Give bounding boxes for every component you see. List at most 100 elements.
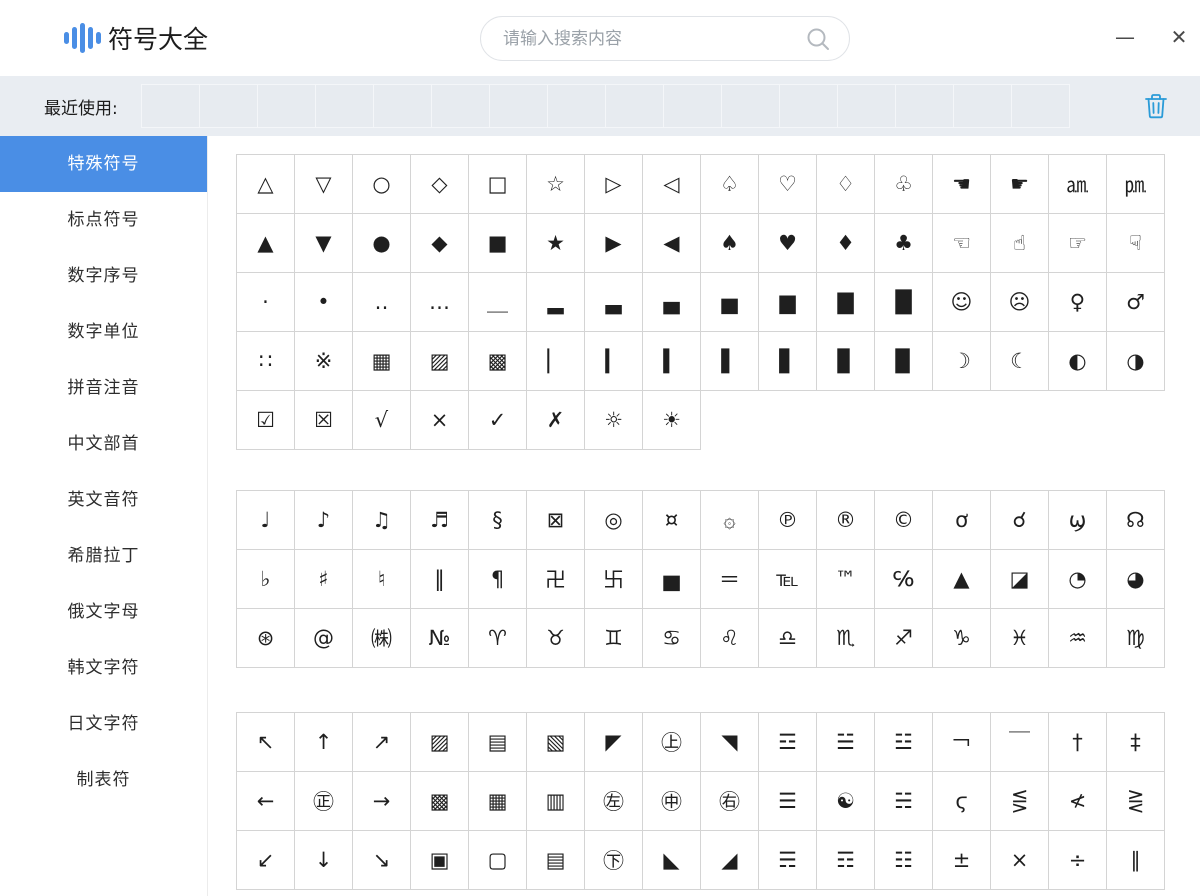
symbol-cell[interactable]: ♍ bbox=[1107, 609, 1165, 668]
symbol-cell[interactable]: ◎ bbox=[585, 491, 643, 550]
symbol-cell[interactable]: ♂ bbox=[1107, 273, 1165, 332]
symbol-cell[interactable]: ㊨ bbox=[701, 772, 759, 831]
symbol-cell[interactable]: ● bbox=[353, 214, 411, 273]
search-box[interactable] bbox=[480, 16, 850, 61]
symbol-cell[interactable]: ▃ bbox=[585, 273, 643, 332]
symbol-cell[interactable]: ㊣ bbox=[295, 772, 353, 831]
symbol-cell[interactable]: ◤ bbox=[585, 713, 643, 772]
symbol-cell[interactable]: ◆ bbox=[411, 214, 469, 273]
symbol-cell[interactable]: ® bbox=[817, 491, 875, 550]
symbol-cell[interactable]: ♧ bbox=[875, 155, 933, 214]
symbol-cell[interactable]: ♊ bbox=[585, 609, 643, 668]
symbol-cell[interactable]: ☺ bbox=[933, 273, 991, 332]
symbol-cell[interactable]: ▎ bbox=[585, 332, 643, 391]
symbol-cell[interactable]: 卍 bbox=[527, 550, 585, 609]
symbol-cell[interactable]: ↑ bbox=[295, 713, 353, 772]
symbol-cell[interactable]: ۞ bbox=[701, 491, 759, 550]
symbol-cell[interactable]: ☳ bbox=[875, 713, 933, 772]
symbol-cell[interactable]: ▣ bbox=[411, 831, 469, 890]
symbol-cell[interactable]: ☽ bbox=[933, 332, 991, 391]
symbol-cell[interactable]: ▍ bbox=[643, 332, 701, 391]
symbol-cell[interactable]: ☾ bbox=[991, 332, 1049, 391]
symbol-cell[interactable]: ♌ bbox=[701, 609, 759, 668]
symbol-cell[interactable]: ↓ bbox=[295, 831, 353, 890]
minimize-button[interactable]: — bbox=[1108, 20, 1142, 54]
symbol-cell[interactable]: ‖ bbox=[411, 550, 469, 609]
symbol-cell[interactable]: ㏘ bbox=[1107, 155, 1165, 214]
symbol-cell[interactable]: ☒ bbox=[295, 391, 353, 450]
symbol-cell[interactable]: ℗ bbox=[759, 491, 817, 550]
symbol-cell[interactable]: ▆ bbox=[759, 273, 817, 332]
symbol-cell[interactable]: ☹ bbox=[991, 273, 1049, 332]
symbol-cell[interactable]: ≮ bbox=[1049, 772, 1107, 831]
symbol-cell[interactable]: □ bbox=[469, 155, 527, 214]
symbol-cell[interactable]: × bbox=[991, 831, 1049, 890]
symbol-cell[interactable]: ☜ bbox=[933, 214, 991, 273]
symbol-cell[interactable]: ⊛ bbox=[237, 609, 295, 668]
symbol-cell[interactable]: ◑ bbox=[1107, 332, 1165, 391]
symbol-cell[interactable]: ￣ bbox=[991, 713, 1049, 772]
symbol-cell[interactable]: ▩ bbox=[411, 772, 469, 831]
symbol-cell[interactable]: ☶ bbox=[817, 831, 875, 890]
symbol-cell[interactable]: ▅ bbox=[701, 273, 759, 332]
symbol-cell[interactable]: ☷ bbox=[875, 831, 933, 890]
symbol-cell[interactable]: ㈱ bbox=[353, 609, 411, 668]
symbol-cell[interactable]: ☛ bbox=[991, 155, 1049, 214]
symbol-cell[interactable]: ¶ bbox=[469, 550, 527, 609]
symbol-cell[interactable]: ◀ bbox=[643, 214, 701, 273]
symbol-cell[interactable]: ▄ bbox=[643, 273, 701, 332]
symbol-cell[interactable]: ○ bbox=[353, 155, 411, 214]
symbol-cell[interactable]: ∥ bbox=[1107, 831, 1165, 890]
symbol-cell[interactable]: ☌ bbox=[991, 491, 1049, 550]
symbol-cell[interactable]: ▩ bbox=[469, 332, 527, 391]
symbol-cell[interactable]: ♫ bbox=[353, 491, 411, 550]
symbol-cell[interactable]: ℡ bbox=[759, 550, 817, 609]
symbol-cell[interactable]: ▶ bbox=[585, 214, 643, 273]
symbol-cell[interactable]: ☵ bbox=[875, 772, 933, 831]
symbol-cell[interactable]: ♭ bbox=[237, 550, 295, 609]
symbol-cell[interactable]: ◕ bbox=[1107, 550, 1165, 609]
symbol-cell[interactable]: ☯ bbox=[817, 772, 875, 831]
symbol-cell[interactable]: ↘ bbox=[353, 831, 411, 890]
symbol-cell[interactable]: ▌ bbox=[701, 332, 759, 391]
symbol-cell[interactable]: ▦ bbox=[469, 772, 527, 831]
symbol-cell[interactable]: ơ bbox=[933, 491, 991, 550]
symbol-cell[interactable]: ∷ bbox=[237, 332, 295, 391]
symbol-cell[interactable]: ＝ bbox=[701, 550, 759, 609]
symbol-cell[interactable]: ▏ bbox=[527, 332, 585, 391]
symbol-cell[interactable]: ⊠ bbox=[527, 491, 585, 550]
symbol-cell[interactable]: ▼ bbox=[295, 214, 353, 273]
symbol-cell[interactable]: … bbox=[411, 273, 469, 332]
symbol-cell[interactable]: ± bbox=[933, 831, 991, 890]
symbol-cell[interactable]: ㊦ bbox=[585, 831, 643, 890]
symbol-cell[interactable]: ϛ bbox=[933, 772, 991, 831]
symbol-cell[interactable]: ¤ bbox=[643, 491, 701, 550]
symbol-cell[interactable]: ☀ bbox=[643, 391, 701, 450]
symbol-cell[interactable]: ♑ bbox=[933, 609, 991, 668]
symbol-cell[interactable]: ◣ bbox=[643, 831, 701, 890]
symbol-cell[interactable]: ◥ bbox=[701, 713, 759, 772]
symbol-cell[interactable]: ☝ bbox=[991, 214, 1049, 273]
symbol-cell[interactable]: ▨ bbox=[411, 713, 469, 772]
symbol-cell[interactable]: ＿ bbox=[469, 273, 527, 332]
symbol-cell[interactable]: ♀ bbox=[1049, 273, 1107, 332]
symbol-cell[interactable]: √ bbox=[353, 391, 411, 450]
symbol-cell[interactable]: © bbox=[875, 491, 933, 550]
symbol-cell[interactable]: █ bbox=[875, 273, 933, 332]
symbol-cell[interactable]: ㏂ bbox=[1049, 155, 1107, 214]
sidebar-item-english-phonetic[interactable]: 英文音符 bbox=[0, 472, 207, 528]
symbol-cell[interactable]: ▧ bbox=[527, 713, 585, 772]
symbol-cell[interactable]: ☊ bbox=[1107, 491, 1165, 550]
symbol-cell[interactable]: ▲ bbox=[933, 550, 991, 609]
symbol-cell[interactable]: ♢ bbox=[817, 155, 875, 214]
symbol-cell[interactable]: ▇ bbox=[817, 273, 875, 332]
symbol-cell[interactable]: @ bbox=[295, 609, 353, 668]
symbol-cell[interactable]: ㊧ bbox=[585, 772, 643, 831]
symbol-cell[interactable]: ☼ bbox=[585, 391, 643, 450]
sidebar-item-japanese-chars[interactable]: 日文字符 bbox=[0, 696, 207, 752]
symbol-cell[interactable]: ♣ bbox=[875, 214, 933, 273]
sidebar-item-chinese-radicals[interactable]: 中文部首 bbox=[0, 416, 207, 472]
symbol-cell[interactable]: ✓ bbox=[469, 391, 527, 450]
symbol-cell[interactable]: ◢ bbox=[701, 831, 759, 890]
symbol-cell[interactable]: ￢ bbox=[933, 713, 991, 772]
